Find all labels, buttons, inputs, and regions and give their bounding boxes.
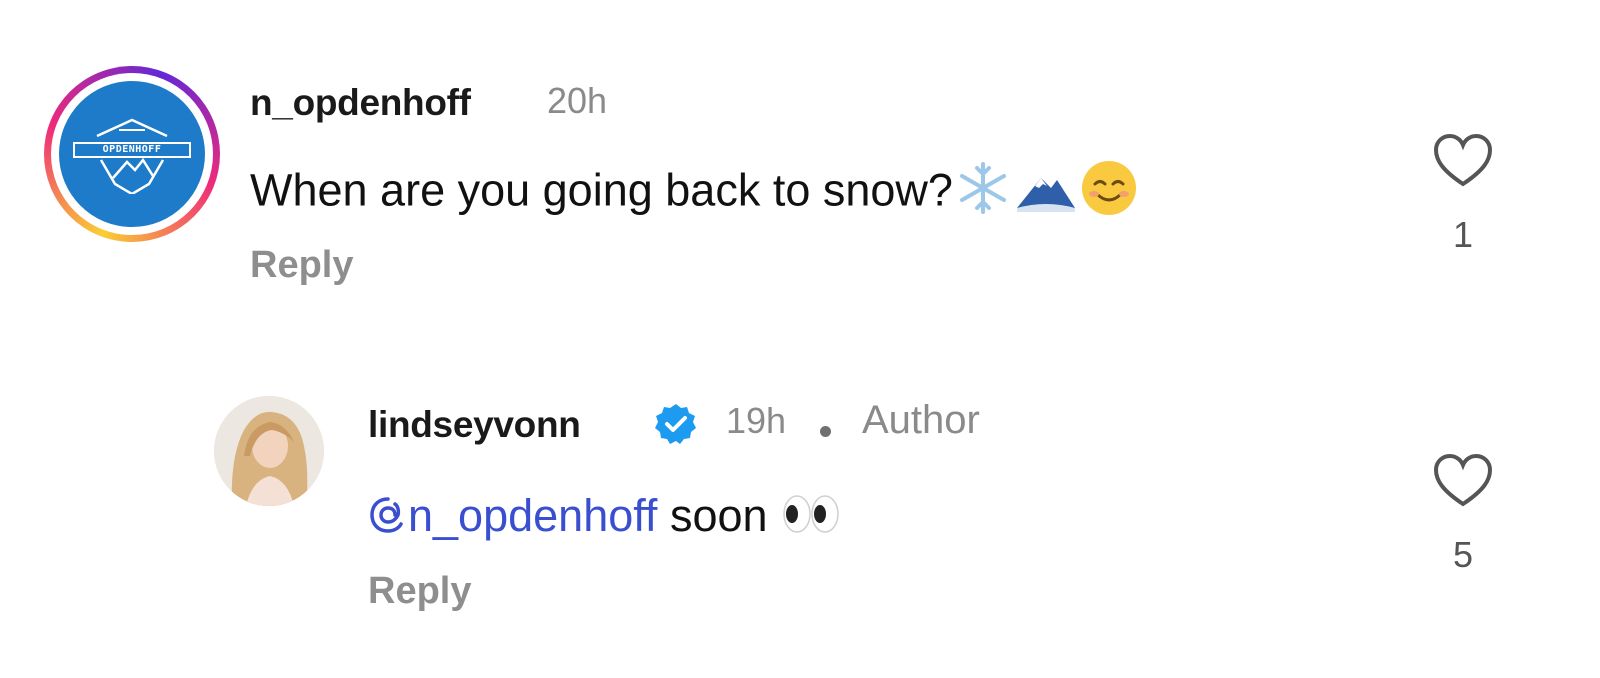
separator-dot bbox=[820, 426, 831, 437]
avatar[interactable]: OPDENHOFF bbox=[44, 66, 220, 242]
comment-body: When are you going back to snow? bbox=[250, 164, 953, 216]
brand-logo-icon: OPDENHOFF bbox=[73, 114, 191, 194]
comment-reply-item: lindseyvonn 19h Author n_opdenhoff soon … bbox=[0, 330, 1600, 678]
brand-logo-text: OPDENHOFF bbox=[73, 142, 191, 158]
like-count: 5 bbox=[1452, 534, 1474, 575]
heart-icon[interactable] bbox=[1432, 452, 1494, 510]
heart-icon[interactable] bbox=[1432, 132, 1494, 190]
smiling-face-icon bbox=[1079, 158, 1139, 229]
comment-body: soon bbox=[669, 490, 768, 541]
verified-badge-icon bbox=[654, 402, 698, 446]
snowflake-icon bbox=[953, 158, 1013, 229]
like-count: 1 bbox=[1452, 214, 1474, 255]
comment-item: OPDENHOFF n_opdenhoff 20h When are you g… bbox=[0, 0, 1600, 330]
snow-mountain-icon bbox=[1013, 158, 1079, 229]
comment-timestamp: 19h bbox=[726, 400, 787, 441]
comment-text: n_opdenhoff soon bbox=[368, 490, 842, 547]
author-badge: Author bbox=[862, 398, 980, 442]
comment-username[interactable]: n_opdenhoff bbox=[250, 82, 471, 124]
avatar[interactable] bbox=[214, 396, 324, 506]
threads-icon bbox=[368, 490, 408, 541]
comment-text: When are you going back to snow? bbox=[250, 158, 1139, 229]
reply-button[interactable]: Reply bbox=[250, 244, 353, 287]
reply-button[interactable]: Reply bbox=[368, 570, 471, 613]
comment-username[interactable]: lindseyvonn bbox=[368, 404, 581, 446]
mention-text: n_opdenhoff bbox=[408, 490, 658, 541]
eyes-icon bbox=[780, 492, 842, 547]
comment-timestamp: 20h bbox=[547, 80, 608, 121]
mention-link[interactable]: n_opdenhoff bbox=[368, 490, 657, 541]
